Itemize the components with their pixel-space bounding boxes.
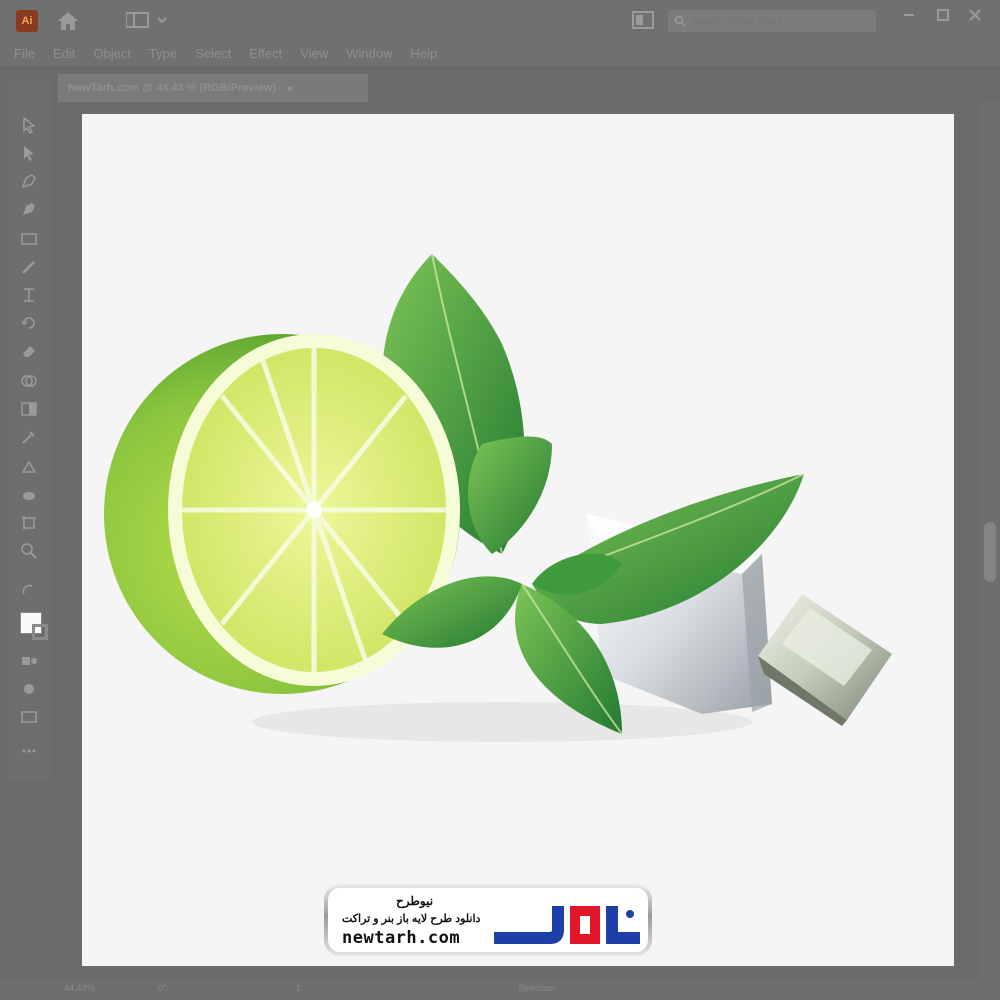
menu-view[interactable]: View: [300, 46, 328, 61]
menu-object[interactable]: Object: [93, 46, 131, 61]
zoom-tool-icon[interactable]: [18, 540, 40, 562]
menu-type[interactable]: Type: [149, 46, 177, 61]
close-icon[interactable]: [966, 6, 984, 24]
shape-builder-tool-icon[interactable]: [18, 370, 40, 392]
scroll-thumb[interactable]: [984, 522, 996, 582]
minimize-icon[interactable]: [900, 6, 918, 24]
drawing-modes-icon[interactable]: [18, 650, 40, 672]
ice-cube-small: [758, 594, 892, 726]
arrange-documents-icon[interactable]: [632, 11, 654, 29]
app-logo: Ai: [16, 10, 38, 32]
watermark-url: newtarh.com: [342, 928, 461, 948]
watermark-subtitle: دانلود طرح لایه باز بنر و تراکت: [342, 913, 481, 925]
newtarh-watermark: نیوطرح دانلود طرح لایه باز بنر و تراکت n…: [324, 884, 652, 956]
change-screen-mode-icon[interactable]: [18, 706, 40, 728]
rotate-tool-icon[interactable]: [18, 312, 40, 334]
lime-mint-ice-illustration: [104, 253, 892, 742]
paintbrush-tool-icon[interactable]: [18, 256, 40, 278]
zoom-level[interactable]: 44.43%: [64, 983, 95, 993]
watermark-title: نیوطرح: [396, 894, 434, 908]
symbol-sprayer-tool-icon[interactable]: [18, 484, 40, 506]
home-icon[interactable]: [56, 10, 80, 32]
newtarh-logo: [494, 906, 640, 944]
eyedropper-tool-icon[interactable]: [18, 426, 40, 448]
direct-selection-tool-icon[interactable]: [18, 142, 40, 164]
curvature-tool-icon[interactable]: [18, 198, 40, 220]
stroke-color-swatch[interactable]: [32, 624, 48, 640]
swap-colors-icon[interactable]: [18, 580, 40, 602]
search-input[interactable]: [692, 15, 862, 27]
artboard-tool-icon[interactable]: [18, 512, 40, 534]
maximize-icon[interactable]: [934, 6, 952, 24]
tools-panel: [8, 80, 50, 780]
eraser-tool-icon[interactable]: [18, 340, 40, 362]
workspace-switcher-icon[interactable]: [126, 12, 170, 28]
search-stock-field[interactable]: [668, 10, 876, 32]
document-tab[interactable]: NewTarh.com @ 44.43 % (RGB/Preview) ×: [58, 74, 368, 102]
pen-tool-icon[interactable]: [18, 170, 40, 192]
selection-tool-icon[interactable]: [18, 114, 40, 136]
shaper-tool-icon[interactable]: [18, 284, 40, 306]
more-tools-icon[interactable]: [18, 740, 40, 762]
artboard-number[interactable]: 1: [296, 983, 301, 993]
drop-shadow: [252, 702, 752, 742]
vertical-scrollbar[interactable]: [980, 102, 1000, 978]
screen-mode-icon[interactable]: [18, 678, 40, 700]
close-tab-icon[interactable]: ×: [286, 81, 294, 96]
tool-mode: Selection: [518, 983, 556, 993]
control-strip: [0, 66, 1000, 74]
menu-help[interactable]: Help: [410, 46, 437, 61]
status-bar: 44.43% 0° 1 Selection: [0, 978, 1000, 1000]
menu-bar: File Edit Object Type Select Effect View…: [0, 40, 1000, 66]
menu-effect[interactable]: Effect: [249, 46, 282, 61]
search-icon: [674, 15, 686, 27]
rotation-value[interactable]: 0°: [158, 983, 167, 993]
menu-select[interactable]: Select: [195, 46, 231, 61]
app-title-bar: Ai: [0, 0, 1000, 40]
menu-window[interactable]: Window: [346, 46, 392, 61]
menu-edit[interactable]: Edit: [53, 46, 75, 61]
document-tab-title: NewTarh.com @ 44.43 % (RGB/Preview): [68, 82, 276, 94]
blend-tool-icon[interactable]: [18, 456, 40, 478]
rectangle-tool-icon[interactable]: [18, 228, 40, 250]
menu-file[interactable]: File: [14, 46, 35, 61]
illustrator-window: Ai File Edit Object Type Select: [0, 0, 1000, 1000]
gradient-tool-icon[interactable]: [18, 398, 40, 420]
